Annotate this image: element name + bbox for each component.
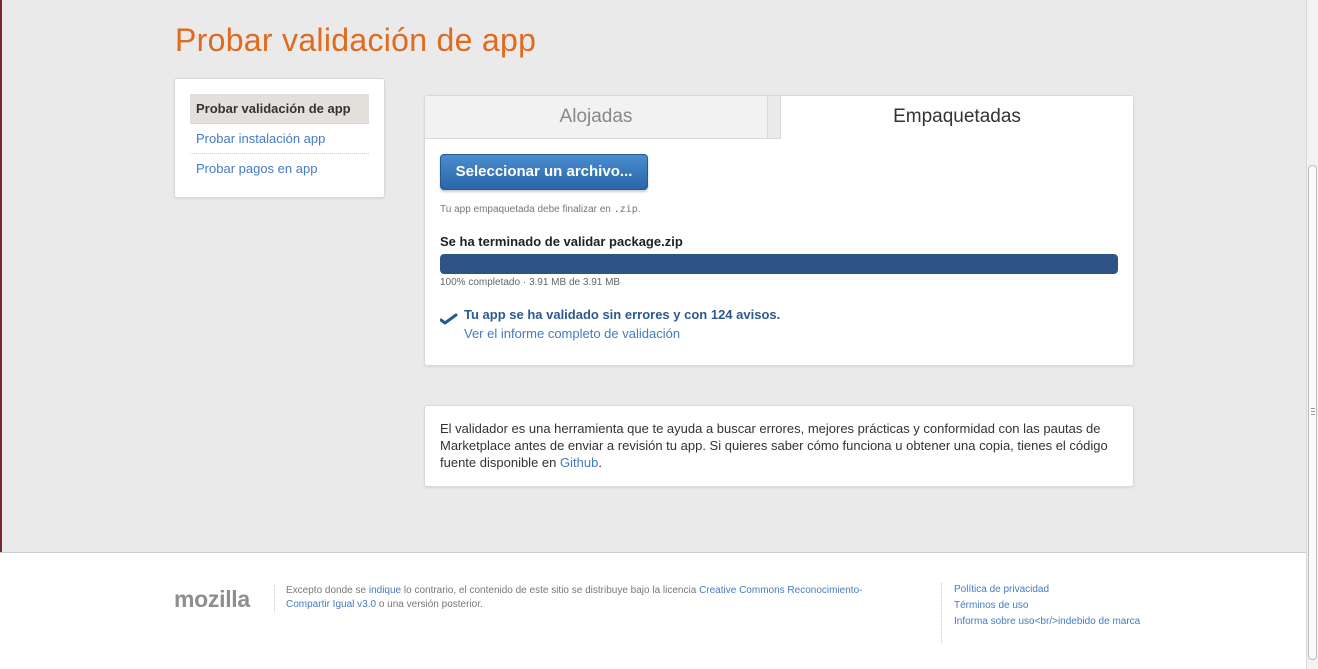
tab-gap bbox=[768, 96, 780, 139]
progress-fill bbox=[440, 254, 1118, 274]
tab-packaged[interactable]: Empaquetadas bbox=[780, 96, 1133, 139]
scroll-grip bbox=[1311, 411, 1315, 412]
indicate-link[interactable]: indique bbox=[369, 585, 401, 596]
mozilla-logo[interactable]: mozilla bbox=[174, 586, 250, 613]
scrollbar-thumb[interactable] bbox=[1308, 165, 1317, 660]
scroll-grip bbox=[1311, 414, 1315, 415]
vertical-scrollbar[interactable] bbox=[1306, 0, 1318, 669]
info-text: El validador es una herramienta que te a… bbox=[440, 421, 1108, 470]
hint-extension: .zip bbox=[613, 204, 638, 215]
license-part-2: lo contrario, el contenido de este sitio… bbox=[403, 585, 697, 596]
success-message: Tu app se ha validado sin errores y con … bbox=[464, 307, 781, 322]
window-left-edge bbox=[0, 0, 2, 552]
select-file-button[interactable]: Seleccionar un archivo... bbox=[440, 154, 648, 190]
file-hint: Tu app empaquetada debe finalizar en .zi… bbox=[440, 204, 641, 215]
hint-prefix: Tu app empaquetada debe finalizar en bbox=[440, 204, 611, 215]
progress-text: 100% completado · 3.91 MB de 3.91 MB bbox=[440, 277, 621, 288]
report-trademark-link[interactable]: Informa sobre uso<br/>indebido de marca bbox=[954, 615, 1144, 629]
tab-bar: Alojadas Empaquetadas bbox=[425, 96, 1133, 139]
license-part-1: Excepto donde se bbox=[286, 585, 367, 596]
tab-hosted[interactable]: Alojadas bbox=[425, 96, 768, 139]
license-text: Excepto donde se indique lo contrario, e… bbox=[286, 584, 886, 612]
sidebar-item-payments[interactable]: Probar pagos en app bbox=[190, 154, 369, 184]
progress-bar bbox=[440, 254, 1118, 274]
info-end: . bbox=[598, 455, 602, 470]
license-part-3: o una versión posterior. bbox=[378, 599, 483, 610]
scroll-grip bbox=[1311, 408, 1315, 409]
page-title: Probar validación de app bbox=[175, 22, 537, 58]
github-link[interactable]: Github bbox=[560, 455, 598, 470]
sidebar-item-validation[interactable]: Probar validación de app bbox=[190, 94, 369, 124]
footer-divider bbox=[274, 585, 275, 613]
check-icon bbox=[440, 313, 458, 325]
privacy-policy-link[interactable]: Política de privacidad bbox=[954, 583, 1144, 597]
footer-links: Política de privacidad Términos de uso I… bbox=[954, 583, 1144, 631]
hint-suffix: . bbox=[637, 204, 641, 215]
sidebar-item-install[interactable]: Probar instalación app bbox=[190, 124, 369, 154]
validator-info: El validador es una herramienta que te a… bbox=[424, 405, 1134, 487]
validation-status: Se ha terminado de validar package.zip bbox=[440, 234, 683, 249]
sidebar-nav: Probar validación de app Probar instalac… bbox=[174, 78, 385, 198]
footer-divider-right bbox=[941, 583, 942, 643]
validation-panel: Alojadas Empaquetadas Seleccionar un arc… bbox=[424, 95, 1134, 366]
terms-of-use-link[interactable]: Términos de uso bbox=[954, 599, 1144, 613]
full-report-link[interactable]: Ver el informe completo de validación bbox=[464, 326, 680, 341]
footer: mozilla Excepto donde se indique lo cont… bbox=[0, 552, 1306, 669]
